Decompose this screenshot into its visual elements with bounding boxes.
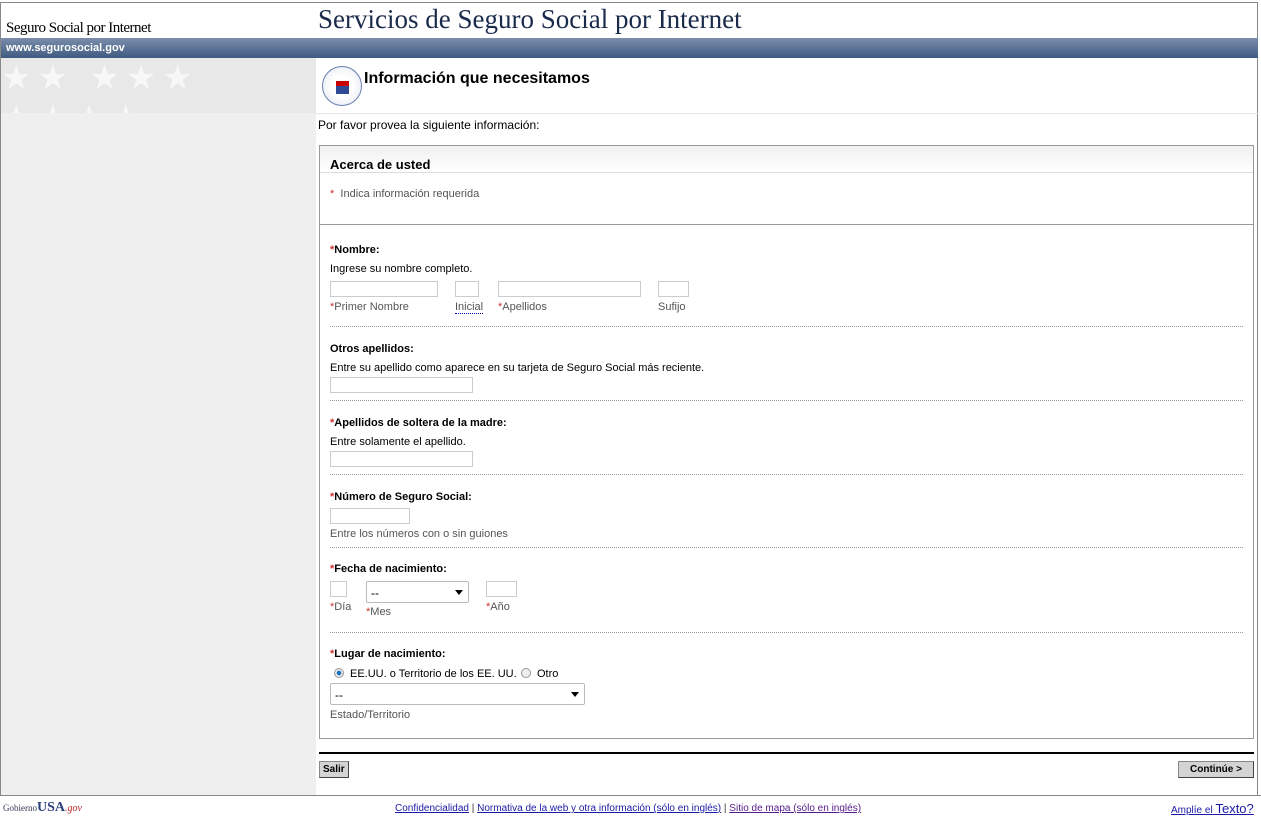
sidebar [1, 58, 316, 795]
dob-label: *Fecha de nacimiento: [330, 563, 447, 575]
year-input[interactable] [486, 581, 517, 597]
divider [320, 224, 1253, 225]
privacy-link[interactable]: Confidencialidad [395, 803, 469, 814]
stars-decoration: ★★ ★★★ ★★★★ [1, 58, 316, 113]
day-label: *Día [330, 601, 352, 613]
initial-label: Inicial [455, 301, 484, 314]
radio-other-label: Otro [537, 668, 559, 680]
state-select[interactable]: -- [330, 683, 585, 705]
suffix-input[interactable] [658, 281, 689, 297]
radio-us-label: EE.UU. o Territorio de los EE. UU. [350, 668, 517, 680]
madre-hint: Entre solamente el apellido. [330, 436, 466, 448]
madre-label: *Apellidos de soltera de la madre: [330, 417, 507, 429]
site-name: Seguro Social por Internet [6, 20, 151, 36]
ssn-label: *Número de Seguro Social: [330, 491, 472, 503]
required-mark: * [330, 188, 335, 200]
ssa-seal-logo [322, 66, 362, 106]
separator [330, 326, 1243, 327]
radio-other[interactable] [521, 668, 531, 678]
page-title: Información que necesitamos [364, 70, 590, 87]
required-note-text: Indica información requerida [340, 188, 480, 200]
separator [330, 474, 1243, 475]
first-name-label: *Primer Nombre [330, 301, 409, 313]
ssn-hint: Entre los números con o sin guiones [330, 528, 508, 540]
year-label: *Año [486, 601, 510, 613]
web-policy-link[interactable]: Normativa de la web y otra información (… [477, 803, 721, 814]
chevron-down-icon [571, 692, 579, 697]
separator: | [723, 803, 727, 814]
separator [330, 632, 1243, 633]
mother-maiden-name-input[interactable] [330, 451, 473, 467]
form-box-header [320, 146, 1253, 173]
site-map-link[interactable]: Sitio de mapa (sólo en inglés) [729, 803, 861, 814]
state-label: Estado/Territorio [330, 709, 411, 721]
nombre-label: *Nombre: [330, 244, 380, 256]
intro-text: Por favor provea la siguiente informació… [318, 118, 540, 132]
footer-divider [0, 795, 1261, 796]
last-name-input[interactable] [498, 281, 641, 297]
pob-label: *Lugar de nacimiento: [330, 648, 446, 660]
otros-hint: Entre su apellido como aparece en su tar… [330, 362, 705, 374]
otros-label: Otros apellidos: [330, 343, 414, 355]
initial-input[interactable] [455, 281, 479, 297]
month-select[interactable]: -- [366, 581, 469, 603]
month-label: *Mes [366, 606, 392, 618]
first-name-input[interactable] [330, 281, 438, 297]
usa-gov-logo[interactable]: GobiernoUSA.gov [3, 800, 82, 816]
separator [330, 400, 1243, 401]
other-last-names-input[interactable] [330, 377, 473, 393]
site-title: Servicios de Seguro Social por Internet [318, 4, 742, 34]
separator [330, 547, 1243, 548]
suffix-label: Sufijo [658, 301, 686, 313]
url-bar: www.segurosocial.gov [1, 38, 1258, 58]
chevron-down-icon [455, 590, 463, 595]
exit-button[interactable]: Salir [319, 761, 349, 778]
radio-us[interactable] [334, 668, 344, 678]
nombre-hint: Ingrese su nombre completo. [330, 263, 473, 275]
site-url: www.segurosocial.gov [6, 42, 125, 54]
divider [319, 752, 1254, 754]
required-note: * Indica información requerida [330, 188, 479, 200]
enlarge-text-link[interactable]: Amplíe el Texto? [1171, 801, 1254, 816]
continue-button[interactable]: Continúe > [1178, 761, 1254, 778]
footer-links: Confidencialidad | Normativa de la web y… [395, 803, 861, 814]
separator: | [471, 803, 475, 814]
ssn-input[interactable] [330, 508, 410, 524]
section-title: Acerca de usted [330, 157, 431, 172]
last-name-label: *Apellidos [498, 301, 547, 313]
day-input[interactable] [330, 581, 347, 597]
